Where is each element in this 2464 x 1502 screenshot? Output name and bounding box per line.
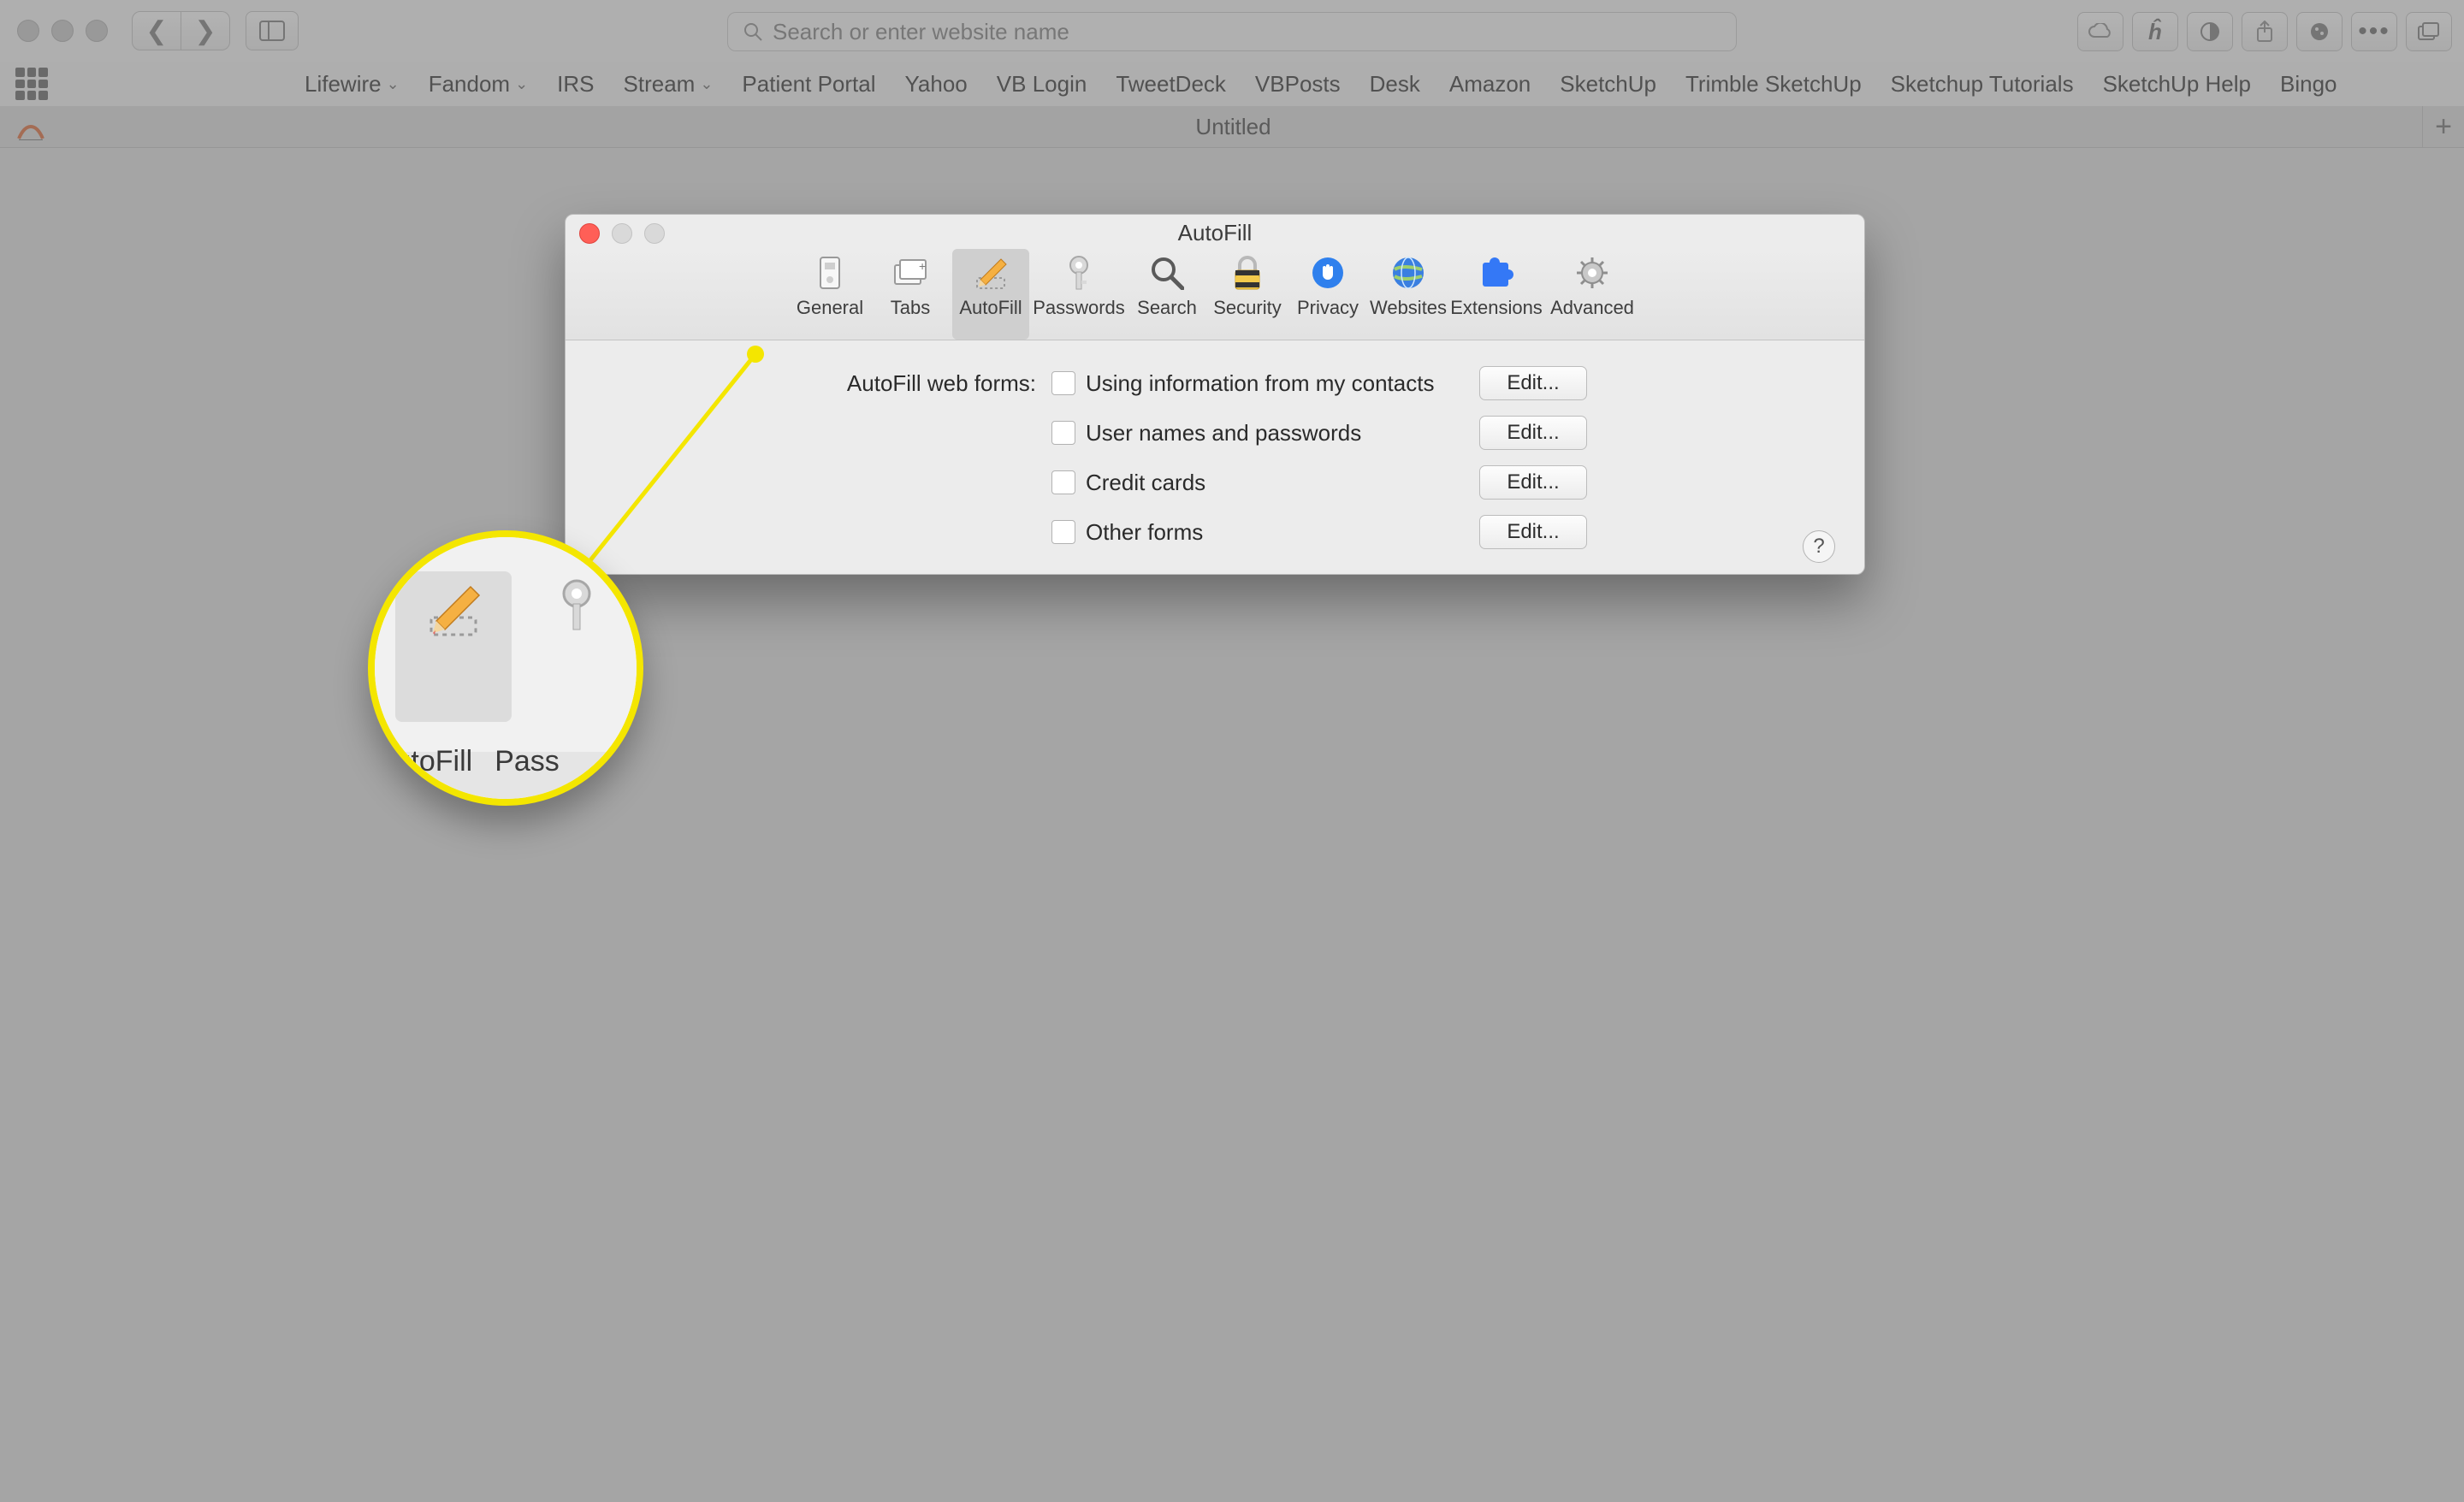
callout-annotation bbox=[0, 0, 2464, 1502]
zoom-tab-autofill bbox=[395, 571, 512, 722]
zoom-tab-passwords bbox=[518, 571, 635, 722]
zoom-labels: abs AutoFill Pass bbox=[368, 745, 560, 778]
pencil-form-icon bbox=[423, 578, 484, 640]
key-icon bbox=[553, 578, 601, 633]
callout-magnifier: + abs AutoFill Pass bbox=[368, 530, 643, 806]
